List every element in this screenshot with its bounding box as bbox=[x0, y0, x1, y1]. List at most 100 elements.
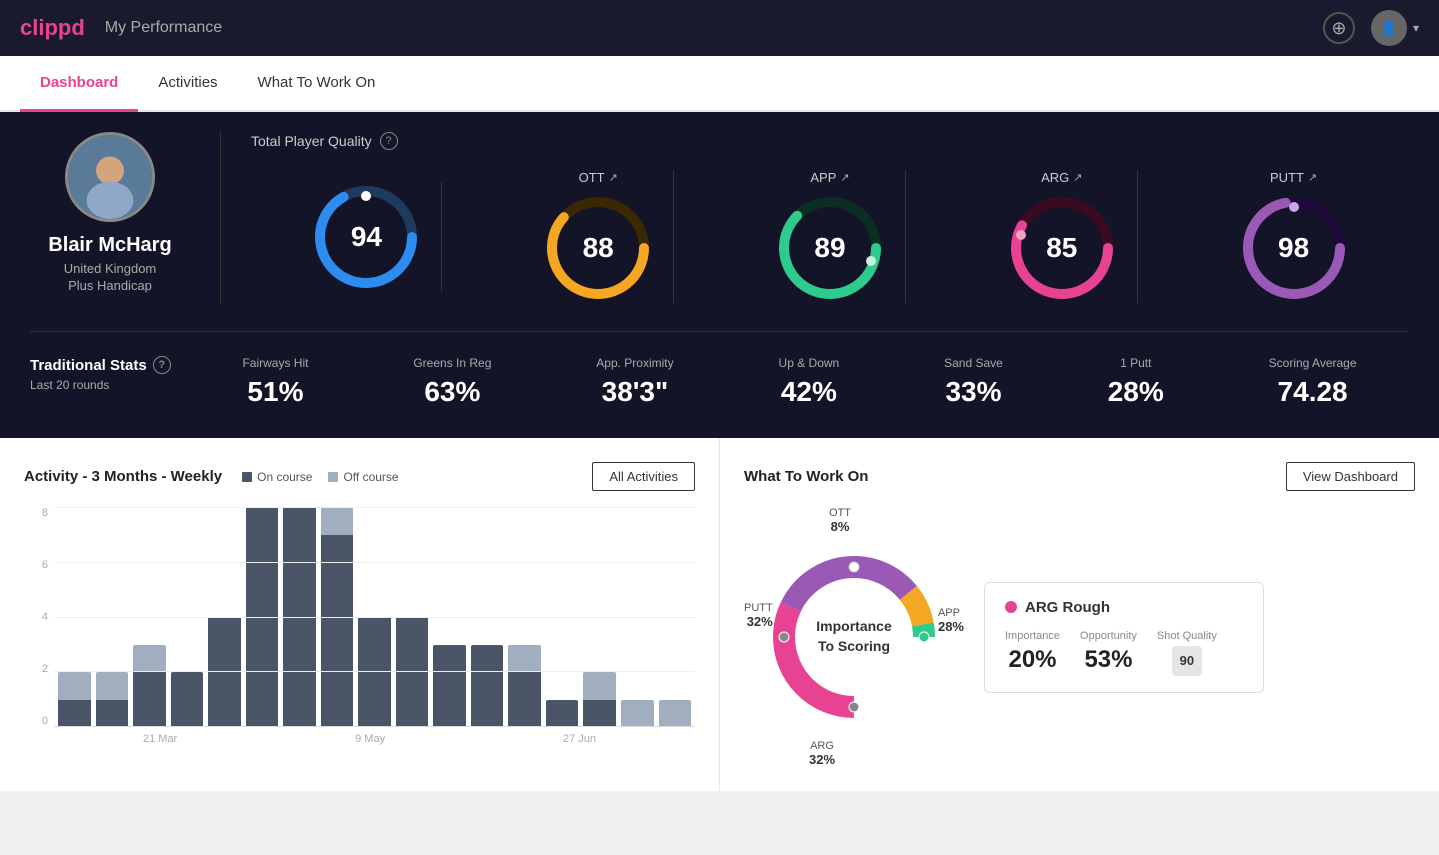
on-course-bar bbox=[546, 700, 579, 728]
tab-dashboard[interactable]: Dashboard bbox=[20, 56, 138, 112]
all-activities-button[interactable]: All Activities bbox=[592, 462, 695, 491]
stat-greens-label: Greens In Reg bbox=[413, 356, 491, 370]
on-course-dot bbox=[242, 472, 252, 482]
on-course-bar bbox=[433, 645, 466, 728]
avatar[interactable]: 👤 bbox=[1371, 10, 1407, 46]
shot-quality-badge: 90 bbox=[1172, 646, 1202, 676]
logo: clippd bbox=[20, 15, 85, 41]
stat-scoring-label: Scoring Average bbox=[1269, 356, 1357, 370]
user-menu[interactable]: 👤 ▾ bbox=[1371, 10, 1419, 46]
x-label-mar: 21 Mar bbox=[143, 733, 177, 745]
stat-fairways-value: 51% bbox=[247, 376, 303, 408]
donut-chart: Importance To Scoring OTT 8% APP 28% ARG… bbox=[744, 507, 964, 767]
y8: 8 bbox=[42, 507, 48, 519]
metric-shot-quality: Shot Quality 90 bbox=[1157, 630, 1217, 676]
bar-group-2 bbox=[133, 507, 166, 727]
stats-info-icon[interactable]: ? bbox=[153, 356, 171, 374]
work-title: What To Work On bbox=[744, 468, 868, 485]
view-dashboard-button[interactable]: View Dashboard bbox=[1286, 462, 1415, 491]
bar-group-6 bbox=[283, 507, 316, 727]
info-icon[interactable]: ? bbox=[380, 132, 398, 150]
stats-title: Traditional Stats ? bbox=[30, 356, 190, 374]
bar-group-12 bbox=[508, 507, 541, 727]
player-name: Blair McHarg bbox=[48, 234, 171, 257]
putt-ring-svg: 98 bbox=[1239, 193, 1349, 303]
total-quality-label: Total Player Quality bbox=[251, 133, 372, 149]
nav-tabs: Dashboard Activities What To Work On bbox=[0, 56, 1439, 112]
chart-title: Activity - 3 Months - Weekly bbox=[24, 468, 222, 485]
stat-updown-value: 42% bbox=[781, 376, 837, 408]
donut-label-arg: ARG 32% bbox=[809, 740, 835, 767]
donut-label-putt: PUTT 32% bbox=[744, 602, 773, 629]
header: clippd My Performance ⊕ 👤 ▾ bbox=[0, 0, 1439, 56]
stats-subtitle: Last 20 rounds bbox=[30, 378, 190, 392]
off-course-bar bbox=[659, 700, 692, 728]
chart-legend: On course Off course bbox=[242, 470, 399, 484]
arg-label: ARG ↗ bbox=[1041, 170, 1082, 185]
stat-proximity: App. Proximity 38'3" bbox=[596, 356, 673, 408]
opportunity-label: Opportunity bbox=[1080, 630, 1137, 642]
stat-sandsave-value: 33% bbox=[945, 376, 1001, 408]
importance-label: Importance bbox=[1005, 630, 1060, 642]
bar-group-3 bbox=[171, 507, 204, 727]
stats-items: Fairways Hit 51% Greens In Reg 63% App. … bbox=[190, 356, 1409, 408]
opportunity-value: 53% bbox=[1084, 646, 1132, 674]
bar-group-14 bbox=[583, 507, 616, 727]
on-course-bar bbox=[58, 700, 91, 728]
stat-greens-value: 63% bbox=[424, 376, 480, 408]
stat-proximity-value: 38'3" bbox=[602, 376, 669, 408]
chevron-down-icon: ▾ bbox=[1413, 21, 1419, 35]
add-button[interactable]: ⊕ bbox=[1323, 12, 1355, 44]
legend-on-course: On course bbox=[242, 470, 312, 484]
off-course-bar bbox=[621, 700, 654, 728]
chart-panel: Activity - 3 Months - Weekly On course O… bbox=[0, 438, 720, 791]
y-axis: 8 6 4 2 0 bbox=[24, 507, 54, 727]
on-course-bar bbox=[358, 617, 391, 727]
info-card: ARG Rough Importance 20% Opportunity 53%… bbox=[984, 582, 1264, 693]
header-right: ⊕ 👤 ▾ bbox=[1323, 10, 1419, 46]
avatar bbox=[65, 132, 155, 222]
app-ring: APP ↗ 89 bbox=[755, 170, 906, 303]
bar-group-10 bbox=[433, 507, 466, 727]
off-course-bar bbox=[583, 672, 616, 700]
off-course-label: Off course bbox=[343, 470, 398, 484]
hero-top: Blair McHarg United Kingdom Plus Handica… bbox=[30, 132, 1409, 303]
off-course-bar bbox=[133, 645, 166, 673]
tab-activities[interactable]: Activities bbox=[138, 56, 237, 112]
info-card-title: ARG Rough bbox=[1005, 599, 1243, 616]
header-title: My Performance bbox=[105, 19, 222, 37]
donut-center-text: Importance To Scoring bbox=[816, 617, 891, 656]
on-course-label: On course bbox=[257, 470, 312, 484]
app-ring-svg: 89 bbox=[775, 193, 885, 303]
stat-oneputt-value: 28% bbox=[1108, 376, 1164, 408]
bar-chart-area: 8 6 4 2 0 bbox=[24, 507, 695, 767]
stat-oneputt-label: 1 Putt bbox=[1120, 356, 1151, 370]
bar-group-5 bbox=[246, 507, 279, 727]
info-card-metrics: Importance 20% Opportunity 53% Shot Qual… bbox=[1005, 630, 1243, 676]
off-course-bar bbox=[58, 672, 91, 700]
on-course-bar bbox=[508, 672, 541, 727]
off-course-bar bbox=[96, 672, 129, 700]
stat-scoring: Scoring Average 74.28 bbox=[1269, 356, 1357, 408]
logo-text: clippd bbox=[20, 15, 85, 41]
donut-label-ott: OTT 8% bbox=[829, 507, 851, 534]
bar-group-15 bbox=[621, 507, 654, 727]
arg-ring-svg: 85 bbox=[1007, 193, 1117, 303]
ott-score: 88 bbox=[583, 232, 614, 264]
off-course-dot bbox=[328, 472, 338, 482]
stat-fairways-label: Fairways Hit bbox=[242, 356, 308, 370]
bar-group-0 bbox=[58, 507, 91, 727]
chart-inner bbox=[54, 507, 695, 727]
work-panel: What To Work On View Dashboard bbox=[720, 438, 1439, 791]
bar-group-9 bbox=[396, 507, 429, 727]
main-score: 94 bbox=[351, 221, 382, 253]
metric-importance: Importance 20% bbox=[1005, 630, 1060, 676]
bar-group-16 bbox=[659, 507, 692, 727]
tab-what-to-work-on[interactable]: What To Work On bbox=[238, 56, 396, 112]
app-label: APP ↗ bbox=[810, 170, 849, 185]
work-header: What To Work On View Dashboard bbox=[744, 462, 1415, 491]
app-arrow: ↗ bbox=[840, 171, 849, 184]
chart-header-left: Activity - 3 Months - Weekly On course O… bbox=[24, 468, 399, 485]
on-course-bar bbox=[96, 700, 129, 728]
arg-arrow: ↗ bbox=[1073, 171, 1082, 184]
